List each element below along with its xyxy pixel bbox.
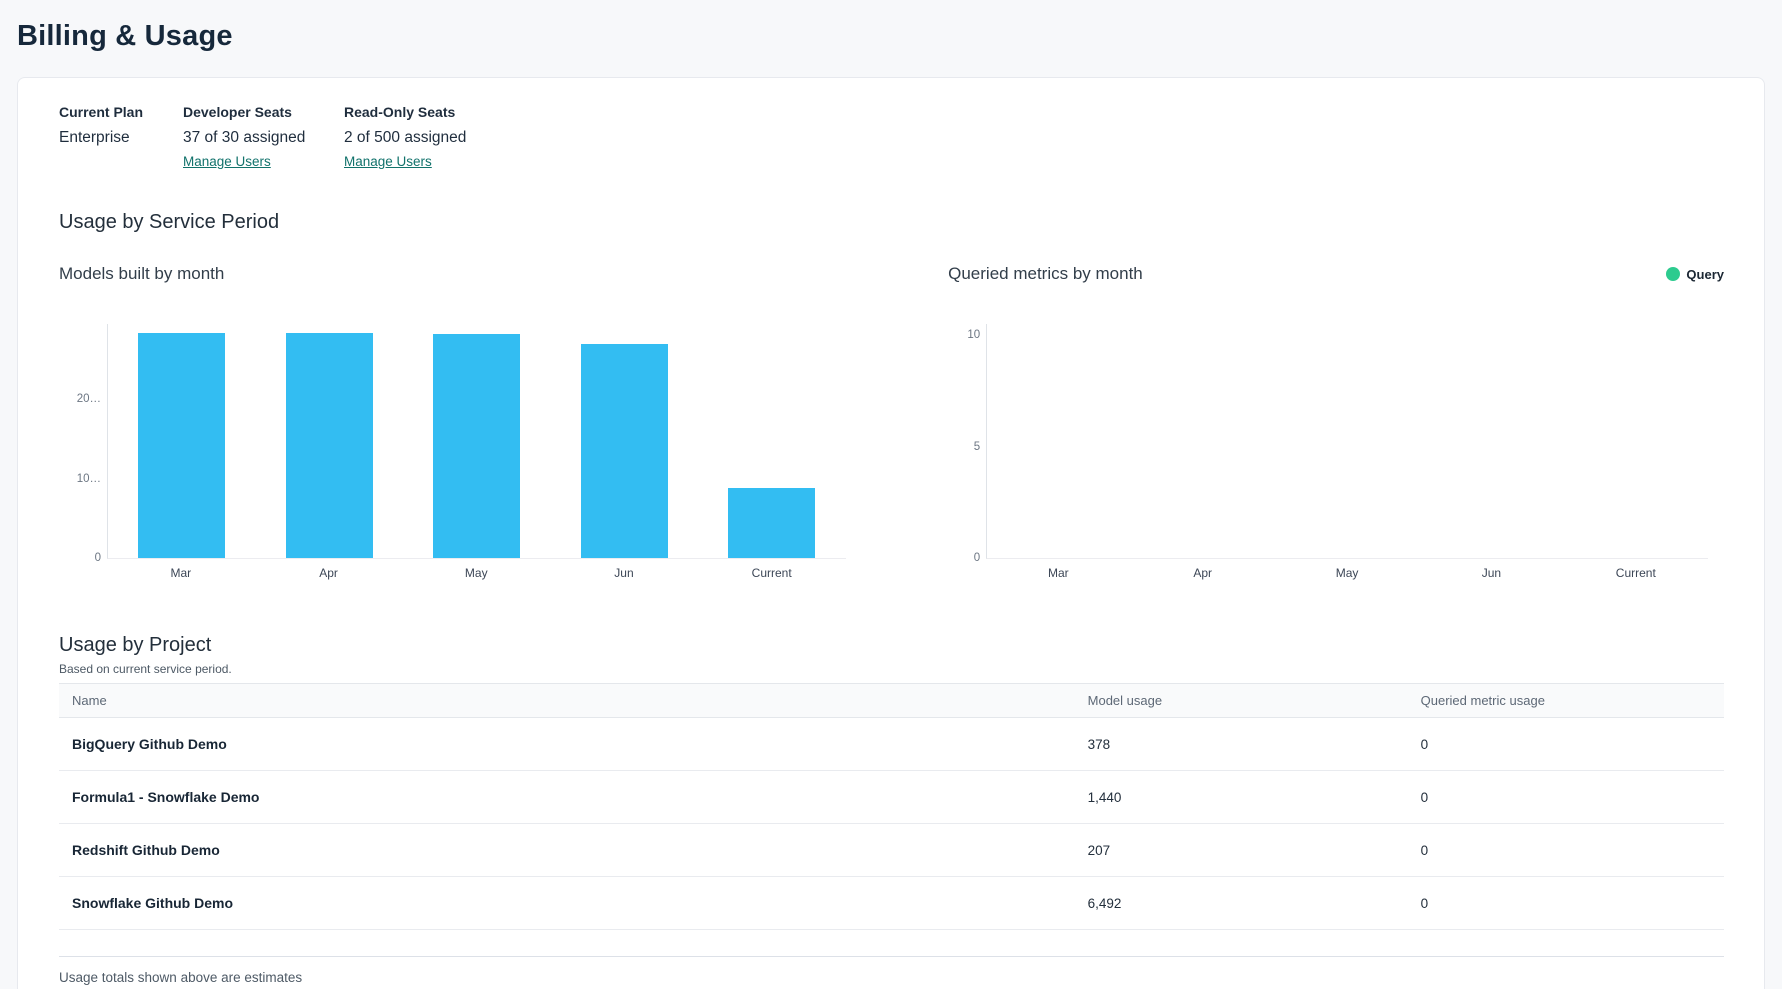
model-usage-cell: 378 <box>1075 737 1408 752</box>
legend-dot-icon <box>1666 267 1680 281</box>
plan-link-wrap: Manage Users <box>344 147 466 171</box>
bar-chart-plot: 010…20… <box>107 324 846 559</box>
plan-column-value: 2 of 500 assigned <box>344 129 466 147</box>
x-axis-tick-label: Mar <box>107 566 255 580</box>
y-axis-tick-label: 0 <box>974 552 980 564</box>
queried-metric-usage-cell: 0 <box>1408 843 1724 858</box>
bar <box>138 333 225 558</box>
plan-column: Developer Seats 37 of 30 assigned Manage U… <box>183 104 306 171</box>
bar-slot <box>1131 324 1275 558</box>
chart-title: Queried metrics by month <box>948 264 1143 284</box>
usage-by-project-subtitle: Based on current service period. <box>59 662 1724 676</box>
bar-slot <box>1275 324 1419 558</box>
plan-column: Current Plan Enterprise <box>59 104 145 171</box>
plan-column-label: Current Plan <box>59 104 145 120</box>
column-header-queried-metric-usage: Queried metric usage <box>1408 693 1724 708</box>
bar <box>433 334 520 558</box>
project-name-cell: BigQuery Github Demo <box>59 736 1075 752</box>
queried-metrics-chart: Queried metrics by month Query 0510 MarA… <box>948 262 1724 580</box>
legend-label: Query <box>1686 267 1724 282</box>
y-axis-tick-label: 10… <box>77 473 101 485</box>
x-axis-tick-label: May <box>402 566 550 580</box>
project-name-cell: Redshift Github Demo <box>59 842 1075 858</box>
charts-row: Models built by month 010…20… MarAprMayJ… <box>59 262 1724 580</box>
model-usage-cell: 6,492 <box>1075 896 1408 911</box>
column-header-model-usage: Model usage <box>1075 693 1408 708</box>
chart-title: Models built by month <box>59 264 224 284</box>
plan-column-value: 37 of 30 assigned <box>183 129 306 147</box>
x-axis-tick-label: May <box>1275 566 1419 580</box>
billing-card: Current Plan Enterprise Developer Seats 37 … <box>17 77 1765 989</box>
queried-metric-usage-cell: 0 <box>1408 790 1724 805</box>
table-row: Snowflake Github Demo6,4920 <box>59 877 1724 930</box>
chart-legend: Query <box>1666 267 1724 282</box>
x-axis-tick-label: Jun <box>1419 566 1563 580</box>
project-name-cell: Formula1 - Snowflake Demo <box>59 789 1075 805</box>
x-axis-labels: MarAprMayJunCurrent <box>986 566 1708 580</box>
bar-chart-plot: 0510 <box>986 324 1708 559</box>
queried-metric-usage-cell: 0 <box>1408 896 1724 911</box>
usage-by-project-table: Name Model usage Queried metric usage Bi… <box>59 683 1724 957</box>
y-axis-tick-label: 10 <box>967 329 980 341</box>
model-usage-cell: 1,440 <box>1075 790 1408 805</box>
bar-slot <box>1420 324 1564 558</box>
x-axis-labels: MarAprMayJunCurrent <box>107 566 846 580</box>
queried-metric-usage-cell: 0 <box>1408 737 1724 752</box>
bar-slot <box>108 324 256 558</box>
table-header-row: Name Model usage Queried metric usage <box>59 683 1724 718</box>
manage-users-link[interactable]: Manage Users <box>344 154 432 169</box>
plan-column-label: Read-Only Seats <box>344 104 466 120</box>
page-title: Billing & Usage <box>17 20 1758 53</box>
table-body: BigQuery Github Demo3780Formula1 - Snowf… <box>59 718 1724 930</box>
usage-by-service-period-title: Usage by Service Period <box>59 211 1724 234</box>
bar-slot <box>551 324 699 558</box>
table-row: Redshift Github Demo2070 <box>59 824 1724 877</box>
plan-column-label: Developer Seats <box>183 104 306 120</box>
x-axis-tick-label: Apr <box>1131 566 1275 580</box>
y-axis-tick-label: 5 <box>974 441 980 453</box>
page-header: Billing & Usage <box>0 0 1782 77</box>
bar-slot <box>987 324 1131 558</box>
bars-container <box>987 324 1708 558</box>
x-axis-tick-label: Mar <box>986 566 1130 580</box>
table-row: BigQuery Github Demo3780 <box>59 718 1724 771</box>
plan-link-wrap: Manage Users <box>183 147 306 171</box>
x-axis-tick-label: Current <box>1564 566 1708 580</box>
plan-column-value: Enterprise <box>59 129 145 147</box>
usage-by-project-title: Usage by Project <box>59 634 1724 657</box>
bar <box>286 333 373 558</box>
models-built-chart: Models built by month 010…20… MarAprMayJ… <box>59 262 852 580</box>
manage-users-link[interactable]: Manage Users <box>183 154 271 169</box>
bar-slot <box>403 324 551 558</box>
x-axis-tick-label: Current <box>698 566 846 580</box>
bars-container <box>108 324 846 558</box>
bar-slot <box>1564 324 1708 558</box>
bar-slot <box>698 324 846 558</box>
y-axis-tick-label: 0 <box>95 552 101 564</box>
bar-slot <box>256 324 404 558</box>
project-name-cell: Snowflake Github Demo <box>59 895 1075 911</box>
bar <box>581 344 668 558</box>
x-axis-tick-label: Jun <box>550 566 698 580</box>
y-axis-tick-label: 20… <box>77 393 101 405</box>
bar <box>728 488 815 558</box>
table-row: Formula1 - Snowflake Demo1,4400 <box>59 771 1724 824</box>
x-axis-tick-label: Apr <box>255 566 403 580</box>
usage-estimates-footnote: Usage totals shown above are estimates <box>59 970 1724 985</box>
plan-column: Read-Only Seats 2 of 500 assigned Manage U… <box>344 104 466 171</box>
table-footer-divider <box>59 930 1724 957</box>
plan-summary: Current Plan Enterprise Developer Seats 37 … <box>59 104 1724 171</box>
model-usage-cell: 207 <box>1075 843 1408 858</box>
column-header-name: Name <box>59 693 1075 708</box>
